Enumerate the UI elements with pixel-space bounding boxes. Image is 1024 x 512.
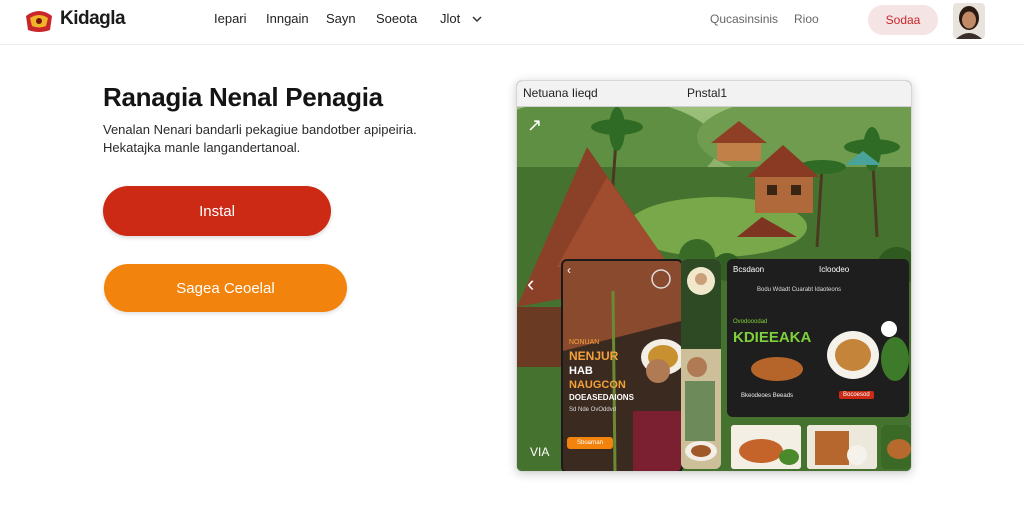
fullscreen-arrow-icon[interactable]: ↗ [527,115,542,136]
promo-line-3: HAB [569,365,593,377]
brand-name[interactable]: Kidagla [60,8,126,30]
preview-tab-1[interactable]: Netuana Iieqd [523,86,598,100]
nav-item-4[interactable]: Soeota [376,11,417,26]
preview-panel-portrait [681,259,721,469]
top-header: Kidagla Iepari Inngain Sayn Soeota Jlot … [0,0,1024,45]
preview-panel-recipe: Bcsdaon Icloodeo Bodu Wdadt Cuarabt Idao… [727,259,909,417]
signin-button[interactable]: Sodaa [868,5,938,35]
promo-line-1: NONUAN [569,339,600,346]
nav-dropdown[interactable]: Jlot [440,11,482,26]
app-preview-window: Netuana Iieqd Pnstal1 ↗ ‹ VIA ‹ NONUAN N… [516,80,912,472]
nav-item-1[interactable]: Iepari [214,11,247,26]
brand-logo-icon[interactable] [24,6,54,34]
hero-title: Ranagia Nenal Penagia [103,82,383,112]
promo-action-button[interactable]: Sboarnan [567,437,613,449]
hero-description: Venalan Nenari bandarli pekagiue bandotb… [103,121,503,157]
secondary-cta-button[interactable]: Sagea Ceoelal [104,264,347,312]
nav-item-2[interactable]: Inngain [266,11,309,26]
header-link-2[interactable]: Rioo [794,12,819,26]
user-avatar[interactable] [953,3,985,39]
header-link-1[interactable]: Qucasinsinis [710,12,778,26]
preview-panel-promo: ‹ NONUAN NENJUR HAB NAUGCON DOEASEDAIONS… [561,259,683,471]
hero-description-line-1: Venalan Nenari bandarli pekagiue bandotb… [103,122,417,137]
recipe-footer-button[interactable]: Bocoesod [839,391,874,399]
recipe-header-right: Icloodeo [819,265,850,274]
preview-tab-2[interactable]: Pnstal1 [687,86,727,100]
hero-description-line-2: Hekatajka manle langandertanoal. [103,140,301,155]
promo-line-2: NENJUR [569,349,619,363]
recipe-tag: Ovodooodad [733,319,768,325]
food-thumbnail-1[interactable] [731,425,801,469]
recipe-subtitle: Bodu Wdadt Cuarabt Idaoteons [757,287,842,293]
install-button[interactable]: Instal [103,186,331,236]
preview-tab-bar: Netuana Iieqd Pnstal1 [517,81,911,107]
nav-item-3[interactable]: Sayn [326,11,356,26]
food-thumbnail-2[interactable] [807,425,877,469]
nav-dropdown-label: Jlot [440,11,461,26]
chevron-down-icon [472,11,482,26]
food-thumbnail-3[interactable] [881,425,911,469]
back-icon[interactable]: ‹ [567,263,571,277]
promo-line-4: NAUGCON [569,379,626,391]
recipe-title: KDIEEAKA [733,329,812,346]
portrait-image [681,259,721,469]
recipe-header-left: Bcsdaon [733,265,765,274]
preview-corner-label: VIA [530,445,550,459]
promo-line-5: DOEASEDAIONS [569,393,634,402]
promo-line-6: Sd Nde OvOddvd [569,407,617,413]
chevron-left-icon[interactable]: ‹ [527,271,534,297]
recipe-footer-left: Bkeodeoes Beeads [741,393,794,399]
